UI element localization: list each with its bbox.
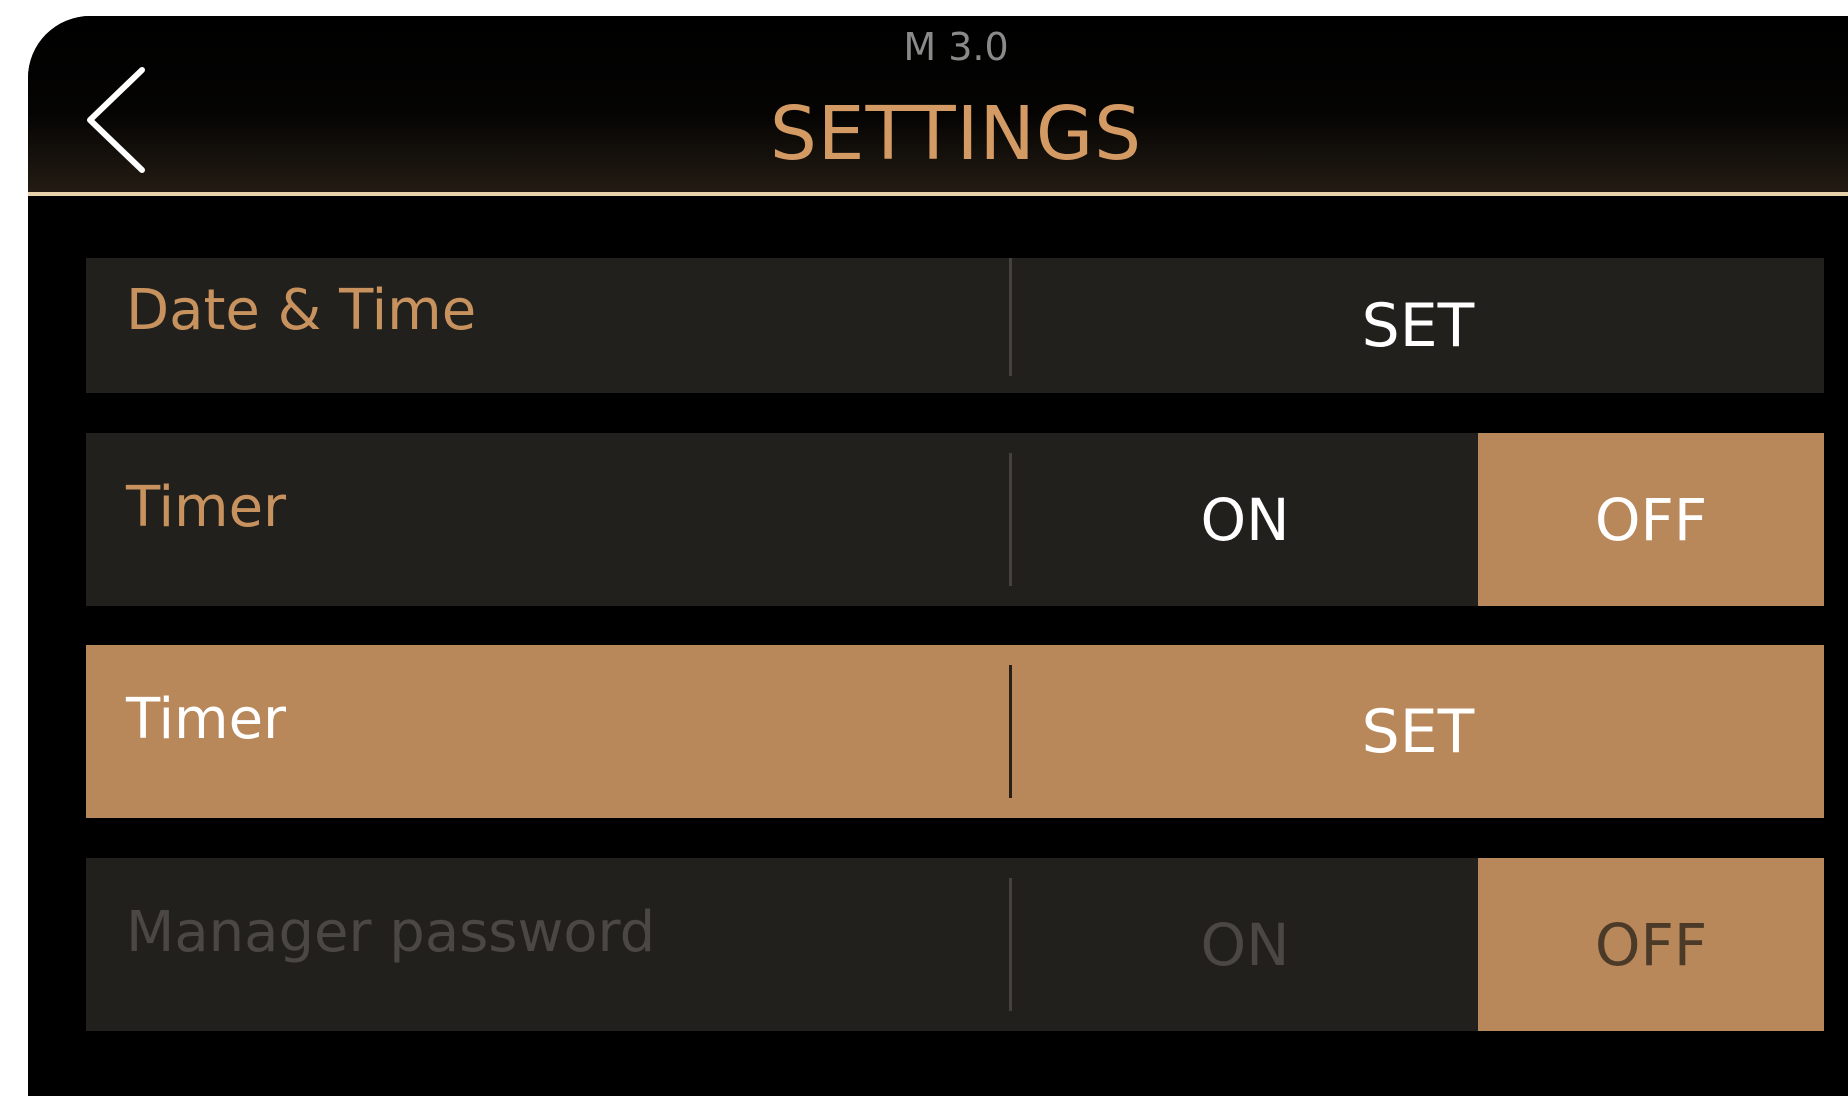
header-divider [28,192,1848,196]
timer-off-button[interactable]: OFF [1478,433,1824,606]
setting-row-timer-toggle: Timer ON OFF [86,433,1824,606]
manager-password-off-button[interactable]: OFF [1478,858,1824,1031]
page-title: SETTINGS [769,91,1143,177]
setting-row-timer-set[interactable]: Timer SET [86,645,1824,818]
version-label: M 3.0 [903,25,1009,69]
setting-label-timer: Timer [126,687,287,752]
timer-set-button[interactable]: SET [1012,645,1824,818]
date-time-set-button[interactable]: SET [1012,258,1824,393]
settings-screen: M 3.0 SETTINGS Date & Time SET Timer ON … [28,16,1848,1096]
setting-label-manager-password: Manager password [126,900,656,965]
timer-on-button[interactable]: ON [1012,433,1478,606]
setting-row-date-time: Date & Time SET [86,258,1824,393]
setting-row-manager-password: Manager password ON OFF [86,858,1824,1031]
setting-label-timer: Timer [126,475,287,540]
setting-label-date-time: Date & Time [126,278,477,343]
manager-password-on-button[interactable]: ON [1012,858,1478,1031]
